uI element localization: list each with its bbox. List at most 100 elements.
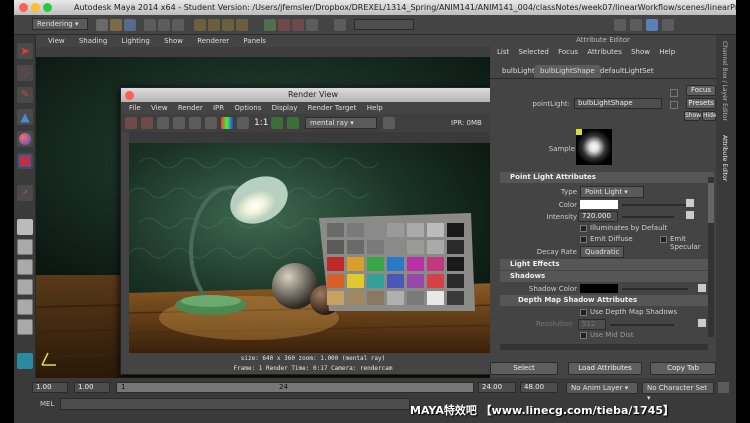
resolution-field[interactable]: 512 xyxy=(578,319,606,330)
illum-default-checkbox[interactable] xyxy=(580,225,587,232)
rv-menu-options[interactable]: Options xyxy=(234,104,261,112)
emit-diffuse-checkbox[interactable] xyxy=(580,236,587,243)
viewport-menu-panels[interactable]: Panels xyxy=(243,37,266,45)
zoom-1-1-label[interactable]: 1:1 xyxy=(254,118,268,128)
two-pane-layout-icon[interactable] xyxy=(17,259,33,275)
load-attributes-button[interactable]: Load Attributes xyxy=(568,362,642,375)
sidebar-toggle-icon[interactable] xyxy=(614,19,626,31)
decay-rate-dropdown[interactable]: Quadratic ▾ xyxy=(580,246,624,266)
render-frame-icon[interactable] xyxy=(278,19,290,31)
refresh-icon[interactable] xyxy=(189,117,201,129)
display-real-size-icon[interactable] xyxy=(271,117,283,129)
use-depth-map-checkbox[interactable] xyxy=(580,309,587,316)
select-hierarchy-icon[interactable] xyxy=(144,19,156,31)
tab-defaultlightset[interactable]: defaultLightSet xyxy=(594,65,660,78)
graph-layout-icon[interactable] xyxy=(17,319,33,335)
attribute-hscrollbar[interactable] xyxy=(500,344,708,350)
presets-button[interactable]: Presets xyxy=(686,98,716,109)
viewport-menu-show[interactable]: Show xyxy=(164,37,183,45)
close-icon[interactable] xyxy=(19,3,28,12)
input-line-icon[interactable] xyxy=(334,19,346,31)
ae-menu-focus[interactable]: Focus xyxy=(558,48,578,56)
input-field[interactable] xyxy=(354,19,414,30)
select-tool-icon[interactable]: ➤ xyxy=(17,43,33,59)
attribute-scrollbar-thumb[interactable] xyxy=(708,183,714,223)
minimize-icon[interactable] xyxy=(31,3,40,12)
move-tool-icon[interactable]: ▲ xyxy=(17,109,33,125)
save-scene-icon[interactable] xyxy=(124,19,136,31)
render-settings-rv-icon[interactable] xyxy=(383,117,395,129)
range-end-field[interactable]: 24.00 xyxy=(478,382,516,393)
new-scene-icon[interactable] xyxy=(96,19,108,31)
select-button[interactable]: Select xyxy=(490,362,558,375)
ae-menu-attributes[interactable]: Attributes xyxy=(587,48,622,56)
focus-button[interactable]: Focus xyxy=(686,85,716,96)
attribute-editor-toggle-icon[interactable] xyxy=(646,19,658,31)
construction-history-icon[interactable] xyxy=(264,19,276,31)
rotate-tool-icon[interactable] xyxy=(17,131,33,147)
render-view-close-icon[interactable] xyxy=(125,91,134,100)
color-slider[interactable] xyxy=(622,204,688,206)
four-pane-layout-icon[interactable] xyxy=(17,239,33,255)
zoom-icon[interactable] xyxy=(43,3,52,12)
rv-menu-file[interactable]: File xyxy=(129,104,141,112)
intensity-field[interactable]: 720.000 xyxy=(578,211,618,222)
show-button[interactable]: Show xyxy=(684,111,701,121)
current-time-field[interactable]: 1.00 xyxy=(74,382,110,393)
single-pane-layout-icon[interactable] xyxy=(17,219,33,235)
node-output-icon[interactable] xyxy=(670,101,678,109)
character-set-dropdown[interactable]: No Character Set ▾ xyxy=(642,382,714,402)
rgb-channels-icon[interactable] xyxy=(221,117,233,129)
snap-grid-icon[interactable] xyxy=(194,19,206,31)
section-light-effects[interactable]: Light Effects xyxy=(500,259,714,270)
ae-menu-show[interactable]: Show xyxy=(631,48,650,56)
ae-menu-list[interactable]: List xyxy=(497,48,509,56)
ipr-render-icon[interactable] xyxy=(292,19,304,31)
command-line-input[interactable] xyxy=(60,398,410,410)
use-mid-dist-checkbox[interactable] xyxy=(580,332,587,339)
copy-tab-button[interactable]: Copy Tab xyxy=(650,362,716,375)
shadow-color-slider[interactable] xyxy=(622,288,688,290)
color-management-icon[interactable] xyxy=(287,117,299,129)
keep-image-icon[interactable] xyxy=(205,117,217,129)
rv-menu-display[interactable]: Display xyxy=(272,104,298,112)
ae-menu-help[interactable]: Help xyxy=(659,48,675,56)
last-tool-icon[interactable]: ↗ xyxy=(17,185,33,201)
attribute-editor-tab[interactable]: Attribute Editor xyxy=(721,135,728,181)
channel-box-tab[interactable]: Channel Box / Layer Editor xyxy=(721,41,728,121)
section-depth-map-shadows[interactable]: Depth Map Shadow Attributes xyxy=(500,295,714,306)
redo-render-icon[interactable] xyxy=(125,117,137,129)
shadow-color-swatch[interactable] xyxy=(580,284,618,293)
ae-menu-selected[interactable]: Selected xyxy=(518,48,548,56)
intensity-slider[interactable] xyxy=(622,216,674,218)
hypershade-layout-icon[interactable] xyxy=(17,299,33,315)
anim-end-field[interactable]: 48.00 xyxy=(520,382,558,393)
snap-point-icon[interactable] xyxy=(222,19,234,31)
viewport-menu-renderer[interactable]: Renderer xyxy=(197,37,229,45)
rv-menu-render-target[interactable]: Render Target xyxy=(308,104,357,112)
node-name-field[interactable]: bulbLightShape xyxy=(574,98,662,109)
render-region-icon[interactable] xyxy=(157,117,169,129)
hide-button[interactable]: Hide xyxy=(702,111,717,121)
key-icon[interactable] xyxy=(718,382,729,393)
snapshot-icon[interactable] xyxy=(173,117,185,129)
tab-bulblightshape[interactable]: bulbLightShape xyxy=(534,65,601,78)
channel-box-toggle-icon[interactable] xyxy=(662,19,674,31)
paint-select-icon[interactable]: ✎ xyxy=(17,87,33,103)
range-slider[interactable]: 1 24 xyxy=(116,382,474,393)
color-map-icon[interactable] xyxy=(686,199,694,207)
renderer-dropdown[interactable]: mental ray ▾ xyxy=(305,117,377,129)
section-point-light-attributes[interactable]: Point Light Attributes xyxy=(500,172,714,183)
rv-menu-render[interactable]: Render xyxy=(178,104,203,112)
anim-layer-dropdown[interactable]: No Anim Layer ▾ xyxy=(566,382,638,394)
intensity-map-icon[interactable] xyxy=(686,211,694,219)
start-time-field[interactable]: 1.00 xyxy=(32,382,68,393)
resolution-slider[interactable] xyxy=(610,324,674,326)
section-shadows[interactable]: Shadows xyxy=(500,271,714,282)
snap-curve-icon[interactable] xyxy=(208,19,220,31)
select-object-icon[interactable] xyxy=(158,19,170,31)
scale-tool-icon[interactable] xyxy=(17,153,33,169)
outliner-layout-icon[interactable] xyxy=(17,279,33,295)
resolution-map-icon[interactable] xyxy=(698,319,706,327)
viewport-menu-shading[interactable]: Shading xyxy=(79,37,107,45)
